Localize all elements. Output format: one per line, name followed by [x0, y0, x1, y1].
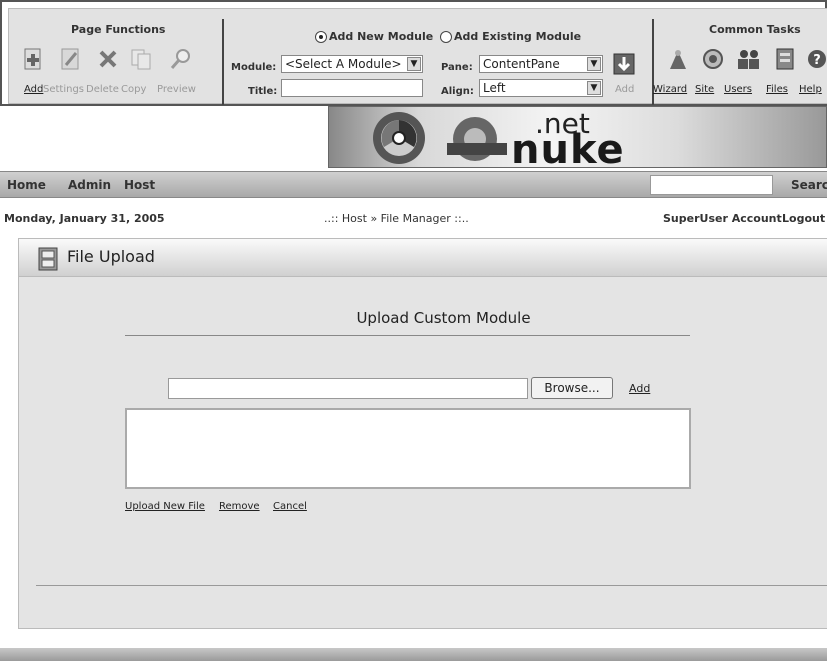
module-select[interactable]: <Select A Module> ▼	[281, 55, 423, 73]
upload-new-file-link[interactable]: Upload New File	[125, 501, 205, 512]
user-account-link[interactable]: SuperUser Account	[663, 212, 782, 225]
footer-bar	[0, 648, 827, 661]
divider	[36, 585, 827, 586]
divider	[222, 19, 224, 105]
logout-link[interactable]: Logout	[782, 212, 825, 225]
breadcrumb: ..:: Host » File Manager ::..	[324, 212, 469, 225]
file-upload-module: File Upload Upload Custom Module Browse.…	[18, 238, 827, 629]
delete-label: Delete	[86, 84, 119, 95]
svg-text:?: ?	[813, 53, 821, 68]
copy-icon	[129, 47, 153, 71]
search-button[interactable]: Search	[791, 178, 827, 192]
nav-item-host[interactable]: Host	[124, 178, 155, 192]
help-link[interactable]: Help	[799, 84, 822, 95]
module-mode-selector: Add New Module Add Existing Module	[315, 30, 581, 43]
files-link[interactable]: Files	[766, 84, 788, 95]
common-tasks-header: Common Tasks	[709, 23, 801, 36]
pane-select-value: ContentPane	[483, 57, 560, 71]
cancel-link[interactable]: Cancel	[273, 501, 307, 512]
module-title: File Upload	[67, 247, 155, 266]
add-module-button[interactable]: Add	[615, 84, 634, 95]
module-header: File Upload	[19, 239, 827, 277]
align-select[interactable]: Left ▼	[479, 79, 603, 97]
dotnetnuke-logo: .net nuke	[328, 106, 827, 168]
module-label: Module:	[231, 62, 277, 73]
pane-label: Pane:	[441, 62, 473, 73]
file-path-input[interactable]	[168, 378, 528, 399]
title-input[interactable]	[281, 79, 423, 97]
files-icon[interactable]	[774, 47, 798, 71]
add-existing-module-radio[interactable]	[440, 31, 453, 43]
add-page-icon[interactable]	[22, 47, 46, 71]
add-new-module-label: Add New Module	[329, 30, 434, 43]
wizard-link[interactable]: Wizard	[653, 84, 687, 95]
chevron-down-icon: ▼	[587, 57, 601, 71]
add-file-link[interactable]: Add	[629, 382, 650, 395]
settings-icon	[59, 47, 83, 71]
current-date: Monday, January 31, 2005	[4, 212, 165, 225]
site-link[interactable]: Site	[695, 84, 714, 95]
add-new-module-radio[interactable]	[315, 31, 327, 43]
users-icon[interactable]	[736, 47, 760, 71]
chevron-down-icon: ▼	[587, 81, 601, 95]
divider	[125, 335, 690, 336]
page-title: Upload Custom Module	[356, 309, 531, 327]
file-list-box[interactable]	[125, 408, 691, 489]
nav-item-admin[interactable]: Admin	[68, 178, 111, 192]
title-label: Title:	[248, 86, 278, 97]
page-functions-header: Page Functions	[71, 23, 166, 36]
main-nav: Home Admin Host Search	[0, 171, 827, 198]
align-label: Align:	[441, 86, 474, 97]
gear-graphic	[373, 112, 507, 164]
search-input[interactable]	[650, 175, 773, 195]
align-select-value: Left	[483, 81, 506, 95]
wizard-icon[interactable]	[666, 47, 690, 71]
browse-button[interactable]: Browse...	[531, 377, 613, 399]
add-module-icon[interactable]	[613, 53, 635, 75]
help-icon[interactable]: ?	[806, 47, 827, 71]
copy-label: Copy	[121, 84, 147, 95]
remove-link[interactable]: Remove	[219, 501, 260, 512]
module-select-value: <Select A Module>	[285, 57, 402, 71]
control-panel: Page Functions Add Settings Delete Copy …	[0, 0, 827, 106]
delete-icon	[96, 47, 120, 71]
chevron-down-icon: ▼	[407, 57, 421, 71]
users-link[interactable]: Users	[724, 84, 752, 95]
pane-select[interactable]: ContentPane ▼	[479, 55, 603, 73]
logo-nuke-text: nuke	[511, 127, 625, 168]
preview-label: Preview	[157, 84, 196, 95]
settings-label: Settings	[43, 84, 85, 95]
add-page-label[interactable]: Add	[24, 84, 43, 95]
control-panel-body: Page Functions Add Settings Delete Copy …	[8, 8, 827, 105]
site-icon[interactable]	[701, 47, 725, 71]
nav-item-home[interactable]: Home	[7, 178, 46, 192]
file-cabinet-icon	[37, 247, 59, 271]
add-existing-module-label: Add Existing Module	[454, 30, 582, 43]
preview-icon	[169, 47, 193, 71]
